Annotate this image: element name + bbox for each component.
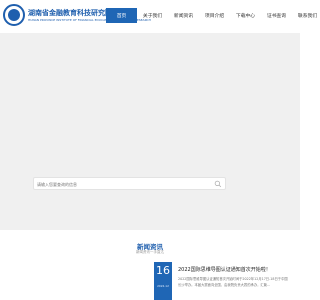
search-input[interactable] [37,180,207,188]
nav-home[interactable]: 首页 [106,8,137,23]
search-bar[interactable] [33,177,226,190]
nav-news[interactable]: 新闻资讯 [168,8,199,23]
logo-icon[interactable] [3,4,25,26]
news-excerpt: 2022国际思维导图认证通知首次开始时间于2022年12月17日-18日于中国长… [178,277,288,287]
news-section-subtitle: 新闻资讯一手直达 [136,250,164,254]
site-header: 湖南省金融教育科技研究院 HUNAN PROVINCE INSTITUTE OF… [0,0,317,30]
nav-about[interactable]: 关于我们 [137,8,168,23]
news-month: 2022-12 [157,284,169,288]
hero-banner [0,33,300,230]
news-title-link[interactable]: 2022国际思维导图认证通知首次开始啦！ [178,266,271,273]
news-day: 16 [156,264,170,277]
main-nav: 首页 关于我们 新闻资讯 项目介绍 下载中心 证书查询 联系我们 [106,8,320,23]
news-date-badge: 16 2022-12 [154,262,172,300]
search-icon[interactable] [214,180,222,188]
nav-downloads[interactable]: 下载中心 [230,8,261,23]
brand-name: 湖南省金融教育科技研究院 [28,9,112,17]
page: 湖南省金融教育科技研究院 HUNAN PROVINCE INSTITUTE OF… [0,0,317,300]
nav-certificate[interactable]: 证书查询 [261,8,292,23]
nav-projects[interactable]: 项目介绍 [199,8,230,23]
nav-contact[interactable]: 联系我们 [292,8,320,23]
